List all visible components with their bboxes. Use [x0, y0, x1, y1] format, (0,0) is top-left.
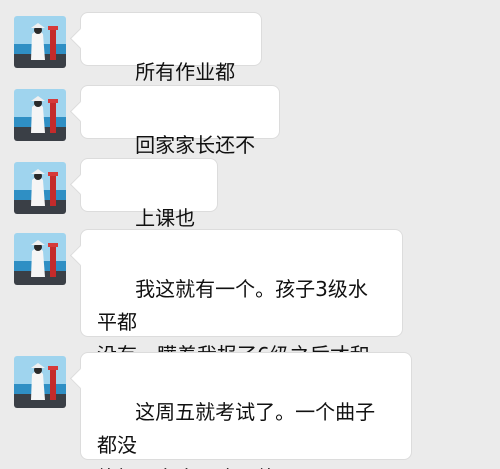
- avatar-girl-by-sea-icon[interactable]: [14, 16, 66, 68]
- message-bubble[interactable]: 上课也不来: [80, 158, 218, 263]
- avatar-girl-by-sea-icon[interactable]: [14, 233, 66, 285]
- avatar-girl-by-sea-icon[interactable]: [14, 162, 66, 214]
- message-bubble[interactable]: 这周五就考试了。一个曲子都没 练好。在家里也不练琴。: [80, 352, 412, 469]
- message-text: 这周五就考试了。一个曲子都没 练好。在家里也不练琴。: [97, 400, 376, 469]
- message-bubble[interactable]: 所有作业都停了: [80, 12, 262, 117]
- avatar-girl-by-sea-icon[interactable]: [14, 89, 66, 141]
- chat-conversation: 所有作业都停了 回家家长还不监督: [0, 0, 500, 469]
- message-bubble[interactable]: 我这就有一个。孩子3级水平都 没有。瞒着我报了6级之后才和 我说: [80, 229, 403, 400]
- message-bubble[interactable]: 回家家长还不监督: [80, 85, 280, 190]
- avatar-girl-by-sea-icon[interactable]: [14, 356, 66, 408]
